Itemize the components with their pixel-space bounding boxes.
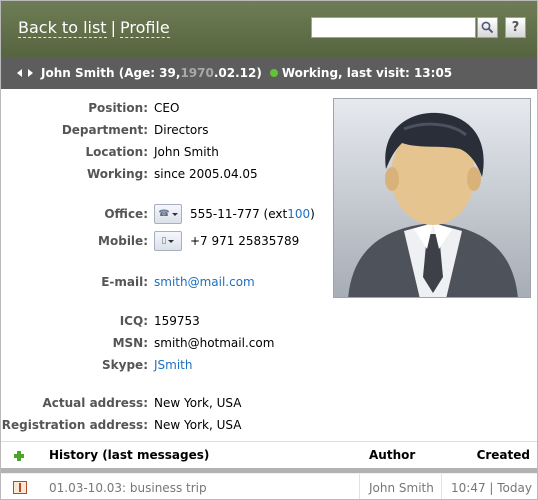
email-link[interactable]: smith@mail.com — [154, 275, 255, 289]
msn-value: smith@hotmail.com — [154, 336, 275, 350]
mobile-phone-icon[interactable]: ▯ — [154, 231, 182, 251]
actual-address-label: Actual address: — [42, 396, 149, 410]
email-value: smith@mail.com — [154, 275, 255, 289]
skype-value: JSmith — [154, 358, 193, 372]
skype-label: Skype: — [102, 358, 148, 372]
department-label: Department: — [61, 123, 148, 137]
status-dot-icon — [269, 69, 278, 77]
location-label: Location: — [85, 145, 148, 159]
history-row-title[interactable]: 01.03-10.03: business trip — [49, 481, 207, 495]
location-value: John Smith — [154, 145, 219, 159]
email-label: E-mail: — [101, 275, 148, 289]
skype-row: Skype: JSmith — [1, 354, 441, 376]
history-title-header[interactable]: History (last messages) — [49, 448, 209, 462]
icq-row: ICQ: 159753 — [1, 310, 441, 332]
actual-address-value: New York, USA — [154, 396, 242, 410]
working-label: Working: — [87, 167, 148, 181]
office-phone-close: ) — [310, 207, 315, 221]
msn-label: MSN: — [112, 336, 148, 350]
history-author-header[interactable]: Author — [369, 448, 415, 462]
icq-value: 159753 — [154, 314, 200, 328]
skype-link[interactable]: JSmith — [154, 358, 193, 372]
msn-row: MSN: smith@hotmail.com — [1, 332, 441, 354]
history-row-created: 10:47 | Today — [451, 480, 532, 495]
help-button[interactable]: ? — [505, 17, 526, 38]
history-header: History (last messages) Author Created — [1, 441, 537, 468]
history-row-author: John Smith — [369, 480, 434, 495]
mobile-label: Mobile: — [98, 234, 148, 248]
search-button[interactable] — [477, 17, 498, 38]
history-created-header[interactable]: Created — [477, 448, 530, 462]
position-value: CEO — [154, 101, 180, 115]
column-divider — [359, 474, 360, 499]
position-label: Position: — [88, 101, 148, 115]
next-arrow-icon[interactable] — [28, 69, 33, 77]
nav-arrows — [17, 69, 41, 77]
registration-address-row: Registration address: New York, USA — [1, 414, 441, 436]
mobile-value: ▯ +7 971 25835789 — [154, 231, 299, 251]
office-phone: 555-11-777 (ext — [190, 207, 288, 221]
working-value: since 2005.04.05 — [154, 167, 258, 181]
registration-address-value: New York, USA — [154, 418, 242, 432]
office-ext-link[interactable]: 100 — [287, 207, 310, 221]
desk-phone-icon[interactable]: ☎ — [154, 204, 182, 224]
mobile-number: +7 971 25835789 — [190, 234, 300, 248]
message-document-icon — [13, 481, 27, 494]
column-divider — [441, 474, 442, 499]
user-avatar — [333, 98, 531, 298]
office-label: Office: — [104, 207, 148, 221]
profile-window: Back to list | Profile ? John Smith (Age: … — [0, 0, 538, 500]
breadcrumb-separator: | — [110, 18, 116, 37]
actual-address-row: Actual address: New York, USA — [1, 392, 441, 414]
birth-year: 1970 — [180, 66, 214, 80]
registration-address-label: Registration address: — [1, 418, 148, 432]
breadcrumb: Back to list | Profile — [18, 18, 170, 38]
person-silhouette-icon — [348, 112, 518, 297]
magnifier-icon — [481, 21, 494, 34]
person-name: John Smith — [41, 66, 115, 80]
age-prefix: (Age: 39, — [118, 66, 181, 80]
status-text: Working, last visit: 13:05 — [281, 66, 453, 80]
search-input[interactable] — [311, 17, 476, 38]
add-plus-icon[interactable] — [14, 451, 24, 461]
profile-link[interactable]: Profile — [119, 18, 170, 38]
icq-label: ICQ: — [119, 314, 148, 328]
prev-arrow-icon[interactable] — [17, 69, 22, 77]
header-bar: Back to list | Profile ? — [1, 1, 537, 57]
back-to-list-link[interactable]: Back to list — [18, 18, 107, 38]
table-row[interactable]: 01.03-10.03: business trip John Smith 10… — [1, 473, 537, 499]
person-title-bar: John Smith (Age: 39, 1970.02.12) Working… — [1, 57, 537, 89]
department-value: Directors — [154, 123, 209, 137]
birth-rest: .02.12) — [213, 66, 262, 80]
office-value: ☎ 555-11-777 (ext 100) — [154, 204, 315, 224]
